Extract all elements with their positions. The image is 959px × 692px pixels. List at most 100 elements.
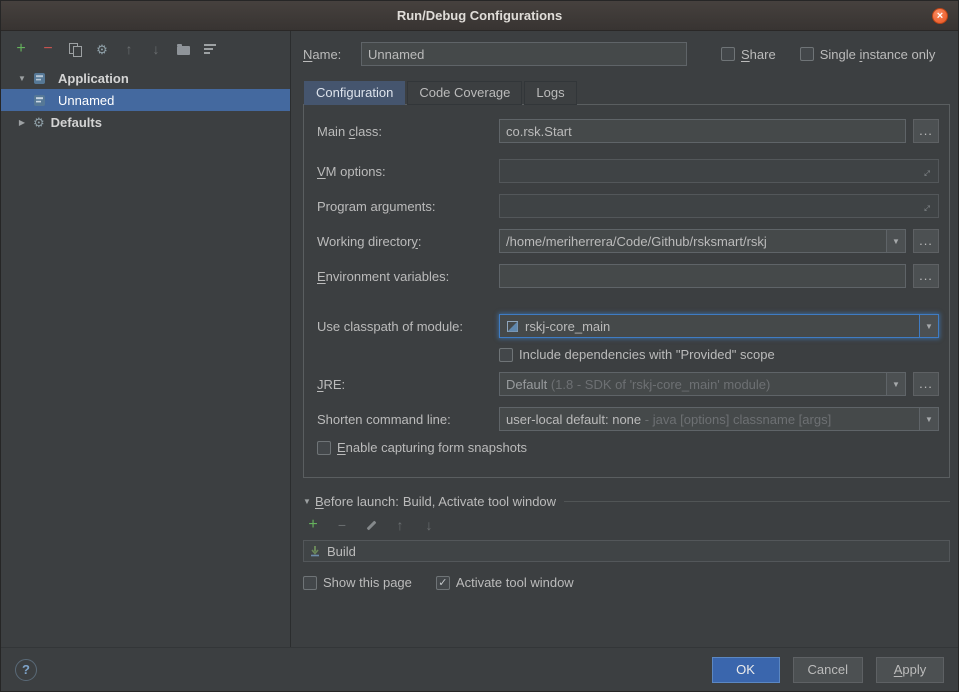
- move-down-icon[interactable]: ↓: [148, 41, 164, 57]
- main-class-field[interactable]: [499, 119, 906, 143]
- tree-item-unnamed[interactable]: Unnamed: [1, 89, 290, 111]
- remove-configuration-icon[interactable]: −: [40, 41, 56, 57]
- program-arguments-input[interactable]: [506, 199, 919, 214]
- jre-combo[interactable]: Default (1.8 - SDK of 'rskj-core_main' m…: [499, 372, 906, 396]
- tree-item-application[interactable]: ▼ Application: [1, 67, 290, 89]
- chevron-down-icon[interactable]: ▼: [303, 497, 315, 506]
- tab-configuration[interactable]: Configuration: [304, 81, 405, 105]
- close-button[interactable]: ×: [932, 8, 948, 24]
- tab-code-coverage[interactable]: Code Coverage: [407, 81, 522, 105]
- defaults-icon: ⚙: [33, 116, 45, 129]
- before-launch-header[interactable]: ▼ Before launch: Build, Activate tool wi…: [303, 494, 950, 509]
- copy-icon: [69, 43, 81, 55]
- program-arguments-field[interactable]: ↔: [499, 194, 939, 218]
- use-classpath-combo[interactable]: rskj-core_main ▼: [499, 314, 939, 338]
- name-row: Name: Share Single instance only: [303, 41, 950, 67]
- main-class-label: Main class:: [317, 124, 499, 139]
- checkbox-box: [499, 348, 513, 362]
- cancel-button[interactable]: Cancel: [793, 657, 863, 683]
- create-folder-icon[interactable]: [175, 41, 191, 57]
- separator-line: [564, 501, 950, 502]
- configurations-tree: ▼ Application Unnamed ▶ ⚙ Defaults: [1, 67, 290, 133]
- working-directory-row: Working directory: /home/meriherrera/Cod…: [317, 229, 939, 253]
- main-class-input[interactable]: [506, 124, 899, 139]
- program-arguments-row: Program arguments: ↔: [317, 194, 939, 218]
- edit-defaults-icon[interactable]: ⚙: [94, 41, 110, 57]
- folder-icon: [177, 46, 190, 55]
- application-icon: [33, 94, 46, 107]
- working-directory-value: /home/meriherrera/Code/Github/rsksmart/r…: [506, 234, 880, 249]
- gear-icon: ⚙: [96, 43, 108, 56]
- jre-row: JRE: Default (1.8 - SDK of 'rskj-core_ma…: [317, 372, 939, 396]
- build-icon: [309, 545, 321, 557]
- move-up-icon[interactable]: ↑: [392, 517, 408, 533]
- apply-button[interactable]: Apply: [876, 657, 944, 683]
- tab-logs[interactable]: Logs: [524, 81, 576, 105]
- sort-configurations-icon[interactable]: [202, 41, 218, 57]
- single-instance-checkbox[interactable]: Single instance only: [800, 47, 936, 62]
- move-up-icon[interactable]: ↑: [121, 41, 137, 57]
- environment-variables-browse-button[interactable]: ...: [913, 264, 939, 288]
- help-button[interactable]: ?: [15, 659, 37, 681]
- chevron-down-icon[interactable]: ▼: [919, 315, 938, 337]
- chevron-down-icon[interactable]: ▼: [919, 408, 938, 430]
- configurations-sidebar: + − ⚙ ↑ ↓ ▼ Application Unnamed: [1, 31, 291, 647]
- add-task-icon[interactable]: +: [305, 517, 321, 533]
- environment-variables-field[interactable]: [499, 264, 906, 288]
- window-title: Run/Debug Configurations: [397, 8, 562, 23]
- jre-browse-button[interactable]: ...: [913, 372, 939, 396]
- environment-variables-input[interactable]: [506, 269, 899, 284]
- shorten-command-line-value: user-local default: none - java [options…: [506, 412, 913, 427]
- edit-task-icon[interactable]: [363, 517, 379, 533]
- main-class-browse-button[interactable]: ...: [913, 119, 939, 143]
- task-label: Build: [327, 544, 356, 559]
- shorten-command-line-row: Shorten command line: user-local default…: [317, 407, 939, 431]
- shorten-command-line-combo[interactable]: user-local default: none - java [options…: [499, 407, 939, 431]
- shorten-command-line-label: Shorten command line:: [317, 412, 499, 427]
- remove-task-icon[interactable]: −: [334, 517, 350, 533]
- environment-variables-row: Environment variables: ...: [317, 264, 939, 288]
- use-classpath-label: Use classpath of module:: [317, 319, 499, 334]
- jre-label: JRE:: [317, 377, 499, 392]
- before-launch-options: Show this page ✓ Activate tool window: [303, 575, 950, 590]
- chevron-down-icon[interactable]: ▼: [17, 74, 27, 83]
- vm-options-field[interactable]: ↔: [499, 159, 939, 183]
- activate-tool-window-checkbox[interactable]: ✓ Activate tool window: [436, 575, 574, 590]
- before-launch-title: Before launch:: [315, 494, 399, 509]
- vm-options-input[interactable]: [506, 164, 919, 179]
- before-launch-subtitle: Build, Activate tool window: [403, 494, 556, 509]
- sidebar-toolbar: + − ⚙ ↑ ↓: [1, 37, 290, 65]
- tree-item-label: Unnamed: [58, 93, 114, 108]
- enable-capturing-checkbox[interactable]: Enable capturing form snapshots: [317, 440, 527, 455]
- add-configuration-icon[interactable]: +: [13, 41, 29, 57]
- chevron-down-icon[interactable]: ▼: [886, 373, 905, 395]
- ok-button[interactable]: OK: [712, 657, 780, 683]
- before-launch-task-build[interactable]: Build: [303, 540, 950, 562]
- include-dependencies-label: Include dependencies with "Provided" sco…: [519, 347, 775, 362]
- share-checkbox[interactable]: Share: [721, 47, 776, 62]
- run-debug-configurations-dialog: Run/Debug Configurations × + − ⚙ ↑ ↓ ▼ A…: [0, 0, 959, 692]
- main-class-row: Main class: ...: [317, 119, 939, 143]
- use-classpath-value: rskj-core_main: [525, 319, 913, 334]
- single-instance-label: Single instance only: [820, 47, 936, 62]
- move-down-icon[interactable]: ↓: [421, 517, 437, 533]
- checkbox-box: [800, 47, 814, 61]
- working-directory-combo[interactable]: /home/meriherrera/Code/Github/rsksmart/r…: [499, 229, 906, 253]
- checkbox-box-checked: ✓: [436, 576, 450, 590]
- check-icon: ✓: [438, 577, 447, 589]
- checkbox-box: [721, 47, 735, 61]
- show-this-page-checkbox[interactable]: Show this page: [303, 575, 412, 590]
- tree-item-label: Defaults: [51, 115, 102, 130]
- include-dependencies-checkbox[interactable]: Include dependencies with "Provided" sco…: [499, 347, 775, 362]
- enable-capturing-label: Enable capturing form snapshots: [337, 440, 527, 455]
- module-icon: [506, 320, 519, 333]
- titlebar[interactable]: Run/Debug Configurations ×: [1, 1, 958, 31]
- chevron-right-icon[interactable]: ▶: [17, 118, 27, 127]
- chevron-down-icon[interactable]: ▼: [886, 230, 905, 252]
- copy-configuration-icon[interactable]: [67, 41, 83, 57]
- name-input[interactable]: [361, 42, 687, 66]
- working-directory-browse-button[interactable]: ...: [913, 229, 939, 253]
- tree-item-defaults[interactable]: ▶ ⚙ Defaults: [1, 111, 290, 133]
- before-launch-toolbar: + − ↑ ↓: [303, 509, 950, 538]
- enable-capturing-row: Enable capturing form snapshots: [317, 440, 939, 455]
